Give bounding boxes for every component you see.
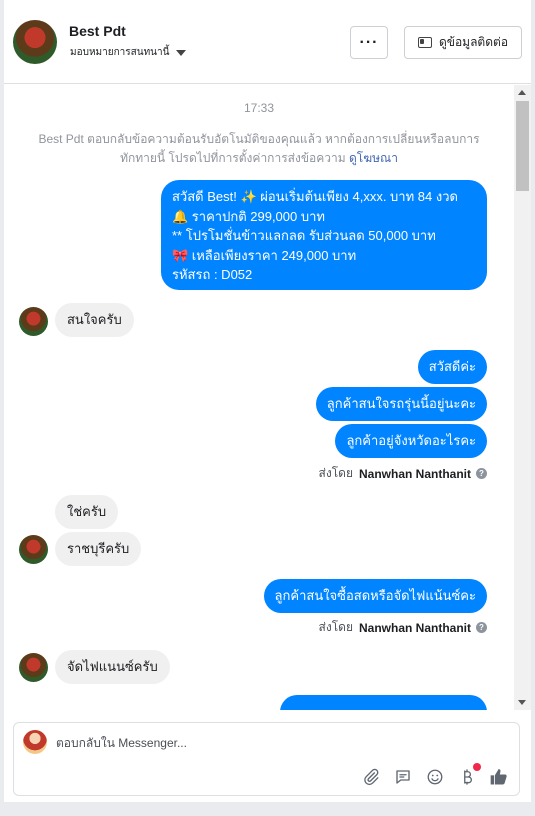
frame-right-border xyxy=(531,0,535,816)
contact-avatar[interactable] xyxy=(13,20,57,64)
sender-avatar xyxy=(19,307,48,336)
sender-avatar xyxy=(19,653,48,682)
contact-name[interactable]: Best Pdt xyxy=(69,23,126,39)
saved-reply-icon[interactable] xyxy=(393,767,413,787)
frame-bottom-border xyxy=(0,802,535,816)
scroll-down-arrow-icon[interactable] xyxy=(518,700,526,705)
outgoing-message: ลูกค้าอยู่จังหวัดอะไรคะ xyxy=(335,424,487,458)
more-options-button[interactable]: ··· xyxy=(350,26,388,59)
promo-line: สวัสดี Best! ✨ ผ่อนเริ่มต้นเพียง 4,xxx. … xyxy=(172,189,458,204)
contact-card-icon xyxy=(417,37,432,48)
promo-message-bubble: สวัสดี Best! ✨ ผ่อนเริ่มต้นเพียง 4,xxx. … xyxy=(161,180,487,290)
outgoing-message: ลูกค้าสนใจซื้อสดหรือจัดไฟแน้นซ์คะ xyxy=(263,579,487,613)
incoming-message: ราชบุรีครับ xyxy=(55,532,142,566)
assign-conversation-dropdown[interactable]: มอบหมายการสนทนานี้ xyxy=(70,45,187,60)
incoming-message: ใช่ครับ xyxy=(55,495,119,529)
like-icon[interactable] xyxy=(489,767,509,787)
help-icon[interactable]: ? xyxy=(476,622,487,633)
sent-by-label: ส่งโดย Nanwhan Nanthanit ? xyxy=(319,618,487,637)
chat-scrollbar[interactable] xyxy=(514,85,531,710)
promo-line: ** โปรโมชั่นข้าวแลกลด รับส่วนลด 50,000 บ… xyxy=(172,228,436,243)
sent-by-name: Nanwhan Nanthanit xyxy=(358,466,471,481)
notification-dot xyxy=(473,763,481,771)
outgoing-message-partial xyxy=(280,695,487,710)
promo-line: 🔔 ราคาปกติ 299,000 บาท xyxy=(172,208,325,224)
sent-by-label: ส่งโดย Nanwhan Nanthanit ? xyxy=(319,464,487,483)
message-thread[interactable]: 17:33 Best Pdt ตอบกลับข้อความต้อนรับอัตโ… xyxy=(4,85,514,710)
reply-composer xyxy=(13,722,520,796)
emoji-icon[interactable] xyxy=(425,767,445,787)
incoming-message: สนใจครับ xyxy=(55,303,134,337)
view-ad-link[interactable]: ดูโฆษณา xyxy=(349,151,398,165)
attachment-icon[interactable] xyxy=(361,767,381,787)
sent-by-prefix: ส่งโดย xyxy=(318,620,353,634)
scroll-thumb[interactable] xyxy=(516,101,529,191)
assign-label: มอบหมายการสนทนานี้ xyxy=(70,47,170,58)
auto-reply-notice: Best Pdt ตอบกลับข้อความต้อนรับอัตโนมัติข… xyxy=(24,130,494,168)
chevron-down-icon xyxy=(176,49,187,56)
conversation-header: Best Pdt มอบหมายการสนทนานี้ ··· ดูข้อมูล… xyxy=(4,0,531,84)
sent-by-prefix: ส่งโดย xyxy=(318,466,353,480)
promo-line: 🎀 เหลือเพียงราคา 249,000 บาท xyxy=(172,247,357,263)
notice-text: Best Pdt ตอบกลับข้อความต้อนรับอัตโนมัติข… xyxy=(38,132,480,165)
outgoing-message: ลูกค้าสนใจรถรุ่นนี้อยู่นะคะ xyxy=(315,387,487,421)
page-avatar xyxy=(23,730,47,754)
message-timestamp: 17:33 xyxy=(243,101,275,115)
help-icon[interactable]: ? xyxy=(476,468,487,479)
reply-input[interactable] xyxy=(56,732,496,754)
scroll-up-arrow-icon[interactable] xyxy=(518,90,526,95)
view-contact-button[interactable]: ดูข้อมูลติดต่อ xyxy=(404,26,522,59)
outgoing-message: สวัสดีค่ะ xyxy=(417,350,487,384)
sent-by-name: Nanwhan Nanthanit xyxy=(358,620,471,635)
view-contact-label: ดูข้อมูลติดต่อ xyxy=(438,35,509,49)
incoming-message: จัดไฟแนนซ์ครับ xyxy=(55,650,170,684)
sender-avatar xyxy=(19,535,48,564)
promo-line: รหัสรถ : D052 xyxy=(172,267,253,282)
